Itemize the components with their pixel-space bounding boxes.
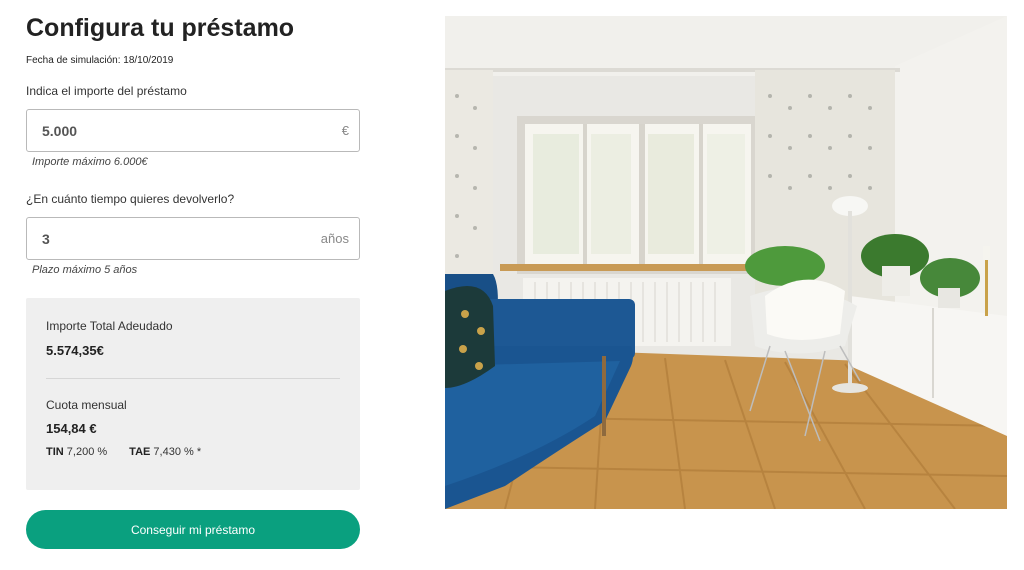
summary-divider: [46, 378, 340, 379]
term-field[interactable]: años: [26, 217, 360, 260]
tin-label: TIN: [46, 446, 64, 458]
loan-summary-panel: Importe Total Adeudado 5.574,35€ Cuota m…: [26, 298, 360, 490]
tae-value: 7,430 % *: [153, 446, 202, 458]
get-loan-button[interactable]: Conseguir mi préstamo: [26, 510, 360, 549]
amount-label: Indica el importe del préstamo: [26, 84, 187, 98]
simulation-date: Fecha de simulación: 18/10/2019: [26, 55, 174, 66]
amount-input[interactable]: [42, 110, 312, 151]
monthly-fee-label: Cuota mensual: [46, 398, 127, 412]
term-input[interactable]: [42, 218, 312, 259]
euro-unit: €: [341, 123, 349, 138]
amount-field[interactable]: €: [26, 109, 360, 152]
total-owed-label: Importe Total Adeudado: [46, 319, 173, 333]
living-room-photo: [445, 16, 1007, 509]
years-unit: años: [320, 231, 349, 246]
monthly-fee-value: 154,84 €: [46, 421, 97, 436]
tae-label: TAE: [129, 446, 151, 458]
tin-value: 7,200 %: [66, 446, 108, 458]
page-title: Configura tu préstamo: [26, 14, 295, 42]
term-label: ¿En cuánto tiempo quieres devolverlo?: [26, 192, 235, 206]
term-hint: Plazo máximo 5 años: [32, 264, 138, 276]
total-owed-value: 5.574,35€: [46, 343, 104, 358]
interest-rates: TIN 7,200 % TAE 7,430 % *: [46, 446, 201, 458]
amount-hint: Importe máximo 6.000€: [32, 156, 148, 168]
